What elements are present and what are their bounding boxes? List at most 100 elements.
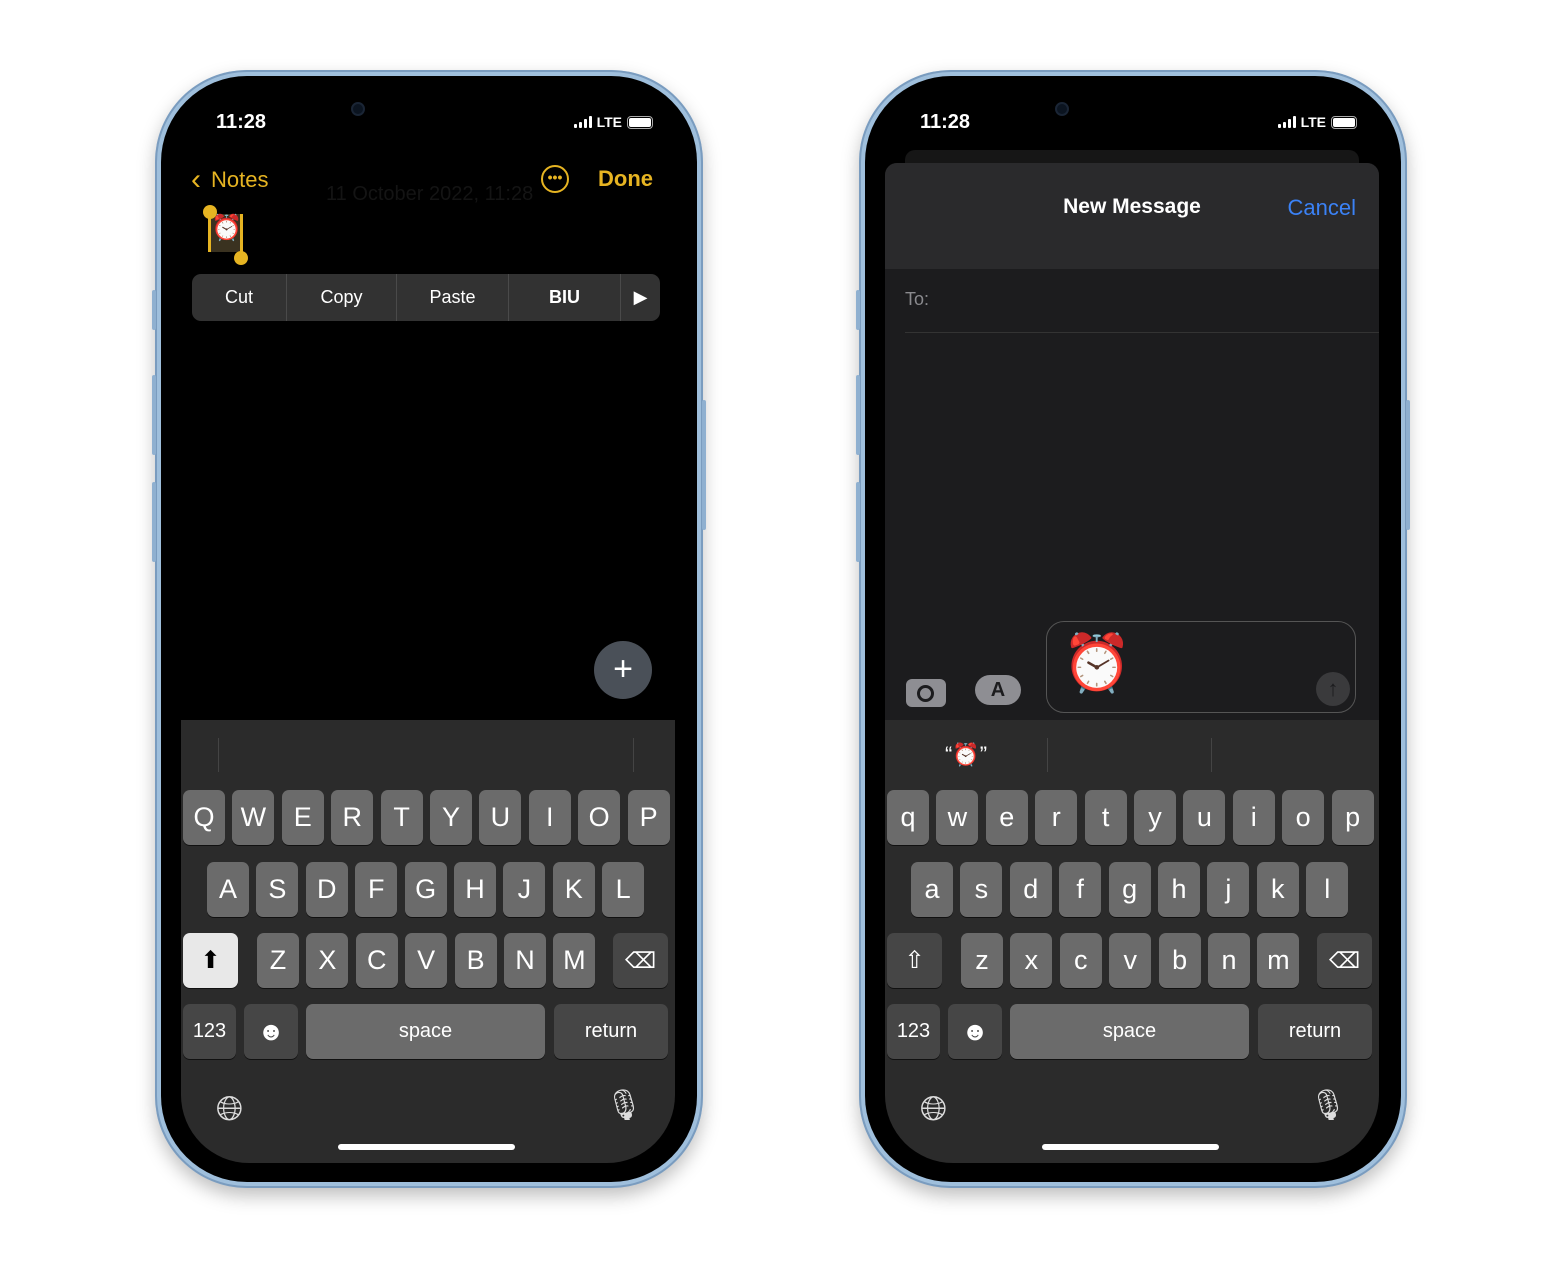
key-w[interactable]: w: [936, 790, 979, 845]
microphone-icon[interactable]: 🎙︎: [1309, 1088, 1347, 1123]
key-s[interactable]: S: [256, 862, 299, 917]
microphone-icon[interactable]: 🎙︎: [605, 1088, 643, 1123]
key-p[interactable]: p: [1331, 790, 1374, 845]
emoji-key[interactable]: ☻: [244, 1004, 298, 1059]
key-p[interactable]: P: [627, 790, 670, 845]
key-d[interactable]: D: [305, 862, 348, 917]
key-k[interactable]: k: [1256, 862, 1299, 917]
send-arrow-icon[interactable]: ↑: [1316, 672, 1350, 706]
key-c[interactable]: C: [355, 933, 398, 988]
volume-up-button: [152, 375, 156, 455]
key-a[interactable]: a: [911, 862, 953, 917]
suggestion-3[interactable]: [1211, 736, 1379, 774]
key-y[interactable]: Y: [430, 790, 472, 845]
globe-icon[interactable]: 🌐︎: [216, 1090, 243, 1129]
suggestion-1[interactable]: “⏰”: [885, 736, 1047, 774]
selection-handle-end[interactable]: [234, 251, 248, 265]
key-h[interactable]: H: [454, 862, 496, 917]
key-g[interactable]: G: [404, 862, 447, 917]
key-x[interactable]: x: [1010, 933, 1053, 988]
key-l[interactable]: l: [1306, 862, 1349, 917]
key-m[interactable]: M: [553, 933, 596, 988]
shift-key[interactable]: ⬆: [183, 933, 238, 988]
key-q[interactable]: Q: [183, 790, 225, 845]
key-r[interactable]: R: [331, 790, 374, 845]
key-v[interactable]: V: [405, 933, 448, 988]
key-d[interactable]: d: [1009, 862, 1052, 917]
suggestion-2[interactable]: [343, 736, 507, 774]
key-b[interactable]: b: [1158, 933, 1201, 988]
delete-key[interactable]: ⌫: [613, 933, 668, 988]
suggestion-1[interactable]: [181, 736, 343, 774]
key-t[interactable]: t: [1084, 790, 1127, 845]
key-l[interactable]: L: [602, 862, 645, 917]
key-s[interactable]: s: [960, 862, 1003, 917]
key-x[interactable]: X: [306, 933, 349, 988]
key-k[interactable]: K: [552, 862, 595, 917]
key-v[interactable]: v: [1109, 933, 1152, 988]
key-o[interactable]: O: [578, 790, 621, 845]
key-f[interactable]: F: [355, 862, 398, 917]
key-a[interactable]: A: [207, 862, 249, 917]
keyboard: Q W E R T Y U I O P A S D F G H J K L Z X C V B N M ⬆ ⌫ 123 ☻ space ret…: [181, 720, 675, 1163]
selection-handle-start[interactable]: [203, 205, 217, 219]
space-key[interactable]: space: [306, 1004, 545, 1059]
key-g[interactable]: g: [1108, 862, 1151, 917]
globe-icon[interactable]: 🌐︎: [920, 1090, 947, 1129]
key-j[interactable]: j: [1207, 862, 1250, 917]
selected-emoji[interactable]: ⏰: [208, 214, 243, 252]
delete-key[interactable]: ⌫: [1317, 933, 1372, 988]
key-z[interactable]: Z: [257, 933, 299, 988]
shift-key[interactable]: ⇧: [887, 933, 942, 988]
key-z[interactable]: z: [961, 933, 1003, 988]
key-i[interactable]: I: [528, 790, 571, 845]
key-f[interactable]: f: [1059, 862, 1102, 917]
numbers-key[interactable]: 123: [183, 1004, 236, 1059]
menu-more[interactable]: ▶: [621, 274, 660, 321]
more-options-icon[interactable]: •••: [541, 165, 569, 193]
back-to-notes-button[interactable]: ‹ Notes: [191, 165, 268, 195]
camera-icon[interactable]: [906, 679, 946, 707]
suggestion-2[interactable]: [1047, 736, 1211, 774]
emoji-key[interactable]: ☻: [948, 1004, 1002, 1059]
status-time: 11:28: [216, 111, 267, 133]
app-store-icon[interactable]: A: [975, 675, 1021, 705]
key-e[interactable]: E: [281, 790, 324, 845]
new-message-sheet: New Message Cancel To: A ⏰ ↑: [885, 163, 1379, 763]
numbers-key[interactable]: 123: [887, 1004, 940, 1059]
key-t[interactable]: T: [380, 790, 423, 845]
key-w[interactable]: W: [232, 790, 275, 845]
menu-cut[interactable]: Cut: [192, 274, 287, 321]
done-button[interactable]: Done: [598, 166, 653, 192]
menu-copy[interactable]: Copy: [287, 274, 397, 321]
key-y[interactable]: y: [1134, 790, 1176, 845]
keyboard: “⏰” q w e r t y u i o p a s d f g h j k l z x c v b n m ⇧ ⌫ 123 ☻ space…: [885, 720, 1379, 1163]
key-c[interactable]: c: [1059, 933, 1102, 988]
mute-switch: [152, 290, 156, 330]
key-b[interactable]: B: [454, 933, 497, 988]
home-indicator[interactable]: [1042, 1144, 1219, 1150]
space-key[interactable]: space: [1010, 1004, 1249, 1059]
key-u[interactable]: U: [479, 790, 522, 845]
suggestion-3[interactable]: [507, 736, 675, 774]
menu-paste[interactable]: Paste: [397, 274, 509, 321]
key-j[interactable]: J: [503, 862, 546, 917]
key-n[interactable]: N: [504, 933, 546, 988]
return-key[interactable]: return: [554, 1004, 668, 1059]
add-plus-button[interactable]: +: [594, 641, 652, 699]
key-m[interactable]: m: [1257, 933, 1300, 988]
to-field[interactable]: [905, 269, 1379, 333]
key-e[interactable]: e: [985, 790, 1028, 845]
key-u[interactable]: u: [1183, 790, 1226, 845]
return-key[interactable]: return: [1258, 1004, 1372, 1059]
key-r[interactable]: r: [1035, 790, 1078, 845]
key-n[interactable]: n: [1208, 933, 1250, 988]
key-i[interactable]: i: [1232, 790, 1275, 845]
menu-format[interactable]: BIU: [509, 274, 621, 321]
key-h[interactable]: h: [1158, 862, 1200, 917]
message-input[interactable]: ⏰ ↑: [1046, 621, 1356, 713]
cancel-button[interactable]: Cancel: [1288, 195, 1356, 221]
key-q[interactable]: q: [887, 790, 929, 845]
home-indicator[interactable]: [338, 1144, 515, 1150]
key-o[interactable]: o: [1282, 790, 1325, 845]
